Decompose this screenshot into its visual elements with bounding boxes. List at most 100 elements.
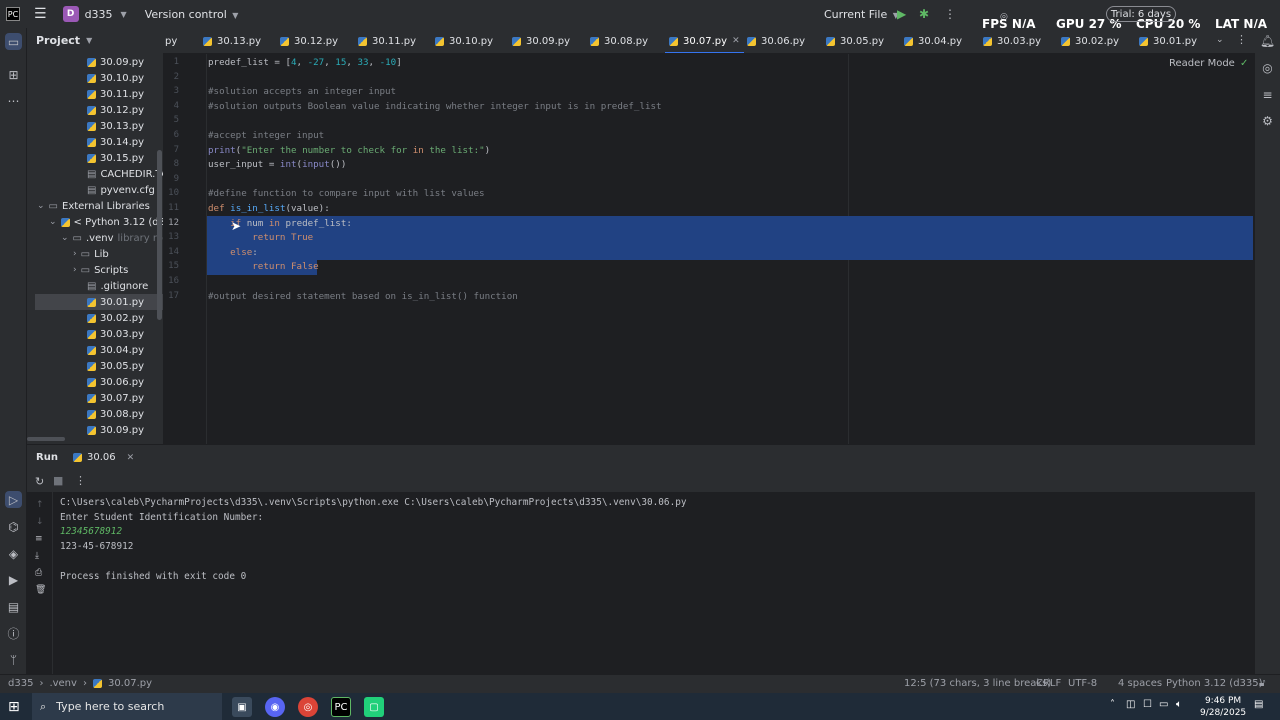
project-tree-item[interactable]: 30.05.py (87, 358, 144, 374)
expand-chevron-icon[interactable]: › (73, 249, 77, 259)
breadcrumb-file[interactable]: 30.07.py (108, 678, 152, 689)
structure-tool-icon[interactable]: ⊞ (5, 66, 22, 83)
line-separator[interactable]: CRLF (1036, 678, 1061, 689)
project-panel-header[interactable]: Project ▼ (27, 28, 163, 52)
notification-center-icon[interactable]: ▤ (1254, 699, 1263, 710)
version-control-menu[interactable]: Version control ▼ (145, 8, 239, 21)
tray-display-icon[interactable]: ▭ (1159, 699, 1168, 710)
editor-tab[interactable]: 30.05.py (826, 28, 884, 53)
system-clock[interactable]: 9:46 PM 9/28/2025 (1200, 695, 1246, 719)
down-arrow-icon[interactable]: ↓ (36, 517, 44, 527)
editor-tab[interactable]: 30.07.py ✕ (665, 28, 744, 53)
terminal-icon[interactable]: ▤ (5, 598, 22, 615)
print-icon[interactable]: ⎙ (35, 568, 42, 578)
project-tree-item[interactable]: 30.01.py (35, 294, 163, 310)
project-tree-item[interactable]: ▤CACHEDIR.TAG (87, 166, 163, 182)
project-tree-item[interactable]: 30.09.py (87, 54, 144, 70)
soft-wrap-icon[interactable]: ≡ (35, 534, 43, 544)
project-tree-item[interactable]: 30.12.py (87, 102, 144, 118)
editor-tab[interactable]: 30.10.py (435, 28, 493, 53)
project-tree-item[interactable]: 30.08.py (87, 406, 144, 422)
ai-assistant-icon[interactable]: ◎ (1259, 59, 1276, 76)
project-switcher[interactable]: D d335 ▼ (62, 6, 127, 22)
more-tools-icon[interactable]: ⋯ (5, 92, 22, 109)
project-tree-item[interactable]: 30.13.py (87, 118, 144, 134)
more-options-icon[interactable]: ⋮ (75, 474, 86, 487)
close-icon[interactable]: ✕ (732, 36, 740, 46)
project-tree-item[interactable]: ▤ .gitignore (87, 278, 148, 294)
lock-icon[interactable]: 🔓︎ (1259, 678, 1265, 689)
editor-tab[interactable]: 30.03.py (983, 28, 1041, 53)
file-encoding[interactable]: UTF-8 (1068, 678, 1097, 689)
expand-chevron-icon[interactable]: ⌄ (61, 233, 69, 243)
caret-position[interactable]: 12:5 (73 chars, 3 line breaks) (904, 678, 1051, 689)
python-console-icon[interactable]: ▶ (5, 571, 22, 588)
project-tree-item[interactable]: › ▭ Lib (73, 246, 109, 262)
interpreter-setting[interactable]: Python 3.12 (d335) (1166, 678, 1263, 689)
database-icon[interactable]: ≡ (1259, 86, 1276, 103)
project-tree-item[interactable]: › ▭ Scripts (73, 262, 128, 278)
reader-mode-toggle[interactable]: Reader Mode (1169, 58, 1235, 69)
sciview-icon[interactable]: ⚙︎ (1259, 112, 1276, 129)
more-actions-icon[interactable]: ⋮ (944, 7, 956, 21)
run-config-selector[interactable]: Current File ▼ (824, 8, 899, 21)
tab-more-icon[interactable]: ⋮ (1236, 33, 1247, 46)
project-tree-item[interactable]: ⌄ ▭ External Libraries (37, 198, 150, 214)
expand-chevron-icon[interactable]: ⌄ (37, 201, 45, 211)
problems-icon[interactable]: ⓘ (5, 625, 22, 642)
notifications-icon[interactable]: 🔔︎ (1259, 32, 1276, 49)
project-tree-item[interactable]: 30.11.py (87, 86, 144, 102)
editor-tab[interactable]: 30.11.py (358, 28, 416, 53)
editor-tab[interactable]: py (165, 28, 177, 53)
services-icon[interactable]: ◈ (5, 545, 22, 562)
project-tree-item[interactable]: ⌄ < Python 3.12 (d335) > (49, 214, 163, 230)
debug-icon[interactable]: ✱ (919, 7, 929, 21)
indent-setting[interactable]: 4 spaces (1118, 678, 1162, 689)
trash-icon[interactable]: 🗑︎ (35, 585, 46, 595)
expand-chevron-icon[interactable]: › (73, 265, 77, 275)
editor-tab[interactable]: 30.13.py (203, 28, 261, 53)
run-tab[interactable]: 30.06 ✕ (73, 452, 134, 463)
trial-badge[interactable]: Trial: 6 days (1106, 6, 1176, 22)
stop-icon[interactable]: ■ (53, 474, 63, 487)
editor-tab[interactable]: 30.06.py (747, 28, 805, 53)
python-packages-icon[interactable]: ⌬ (5, 518, 22, 535)
git-icon[interactable]: ᛘ (5, 651, 22, 668)
project-tree-item[interactable]: 30.06.py (87, 374, 144, 390)
project-tree-item[interactable]: ⌄▭.venvlibrary root (61, 230, 163, 246)
discord-icon[interactable]: ◉ (265, 697, 285, 717)
close-icon[interactable]: ✕ (127, 453, 135, 463)
volume-icon[interactable]: 🔈︎ (1176, 699, 1182, 710)
project-tree-item[interactable]: 30.09.py (87, 422, 144, 438)
pycharm-taskbar-icon[interactable]: PC (331, 697, 351, 717)
tab-list-chevron-icon[interactable]: ⌄ (1216, 35, 1224, 45)
rerun-icon[interactable]: ↻ (35, 475, 44, 488)
project-tree-item[interactable]: 30.04.py (87, 342, 144, 358)
project-tree-item[interactable]: 30.15.py (87, 150, 144, 166)
taskbar-search[interactable]: ⌕ Type here to search (32, 693, 222, 720)
project-tree-item[interactable]: 30.10.py (87, 70, 144, 86)
tray-network-icon[interactable]: ☐ (1143, 699, 1152, 710)
scroll-to-end-icon[interactable]: ⤓ (35, 551, 39, 561)
project-vertical-scrollbar[interactable] (157, 150, 162, 320)
breadcrumb-venv[interactable]: .venv (49, 678, 77, 689)
up-arrow-icon[interactable]: ↑ (36, 500, 44, 510)
editor-tab[interactable]: 30.12.py (280, 28, 338, 53)
editor-tab[interactable]: 30.04.py (904, 28, 962, 53)
chrome-icon[interactable]: ◎ (298, 697, 318, 717)
inspection-ok-icon[interactable]: ✓ (1240, 58, 1248, 69)
run-icon[interactable]: ▶ (897, 7, 906, 21)
project-tree-item[interactable]: 30.02.py (87, 310, 144, 326)
task-view-icon[interactable]: ▣ (232, 697, 252, 717)
project-tree-item[interactable]: 30.14.py (87, 134, 144, 150)
tray-app-icon[interactable]: ◫ (1126, 699, 1135, 710)
run-tool-icon[interactable]: ▷ (5, 491, 22, 508)
main-menu-icon[interactable]: ☰ (34, 6, 47, 22)
expand-chevron-icon[interactable]: ⌄ (49, 217, 57, 227)
project-tree-item[interactable]: 30.03.py (87, 326, 144, 342)
project-tree-item[interactable]: ▤ pyvenv.cfg (87, 182, 155, 198)
breadcrumb-project[interactable]: d335 (8, 678, 33, 689)
project-tool-icon[interactable]: ▭ (5, 33, 22, 50)
app-taskbar-icon[interactable]: ▢ (364, 697, 384, 717)
editor-tab[interactable]: 30.09.py (512, 28, 570, 53)
